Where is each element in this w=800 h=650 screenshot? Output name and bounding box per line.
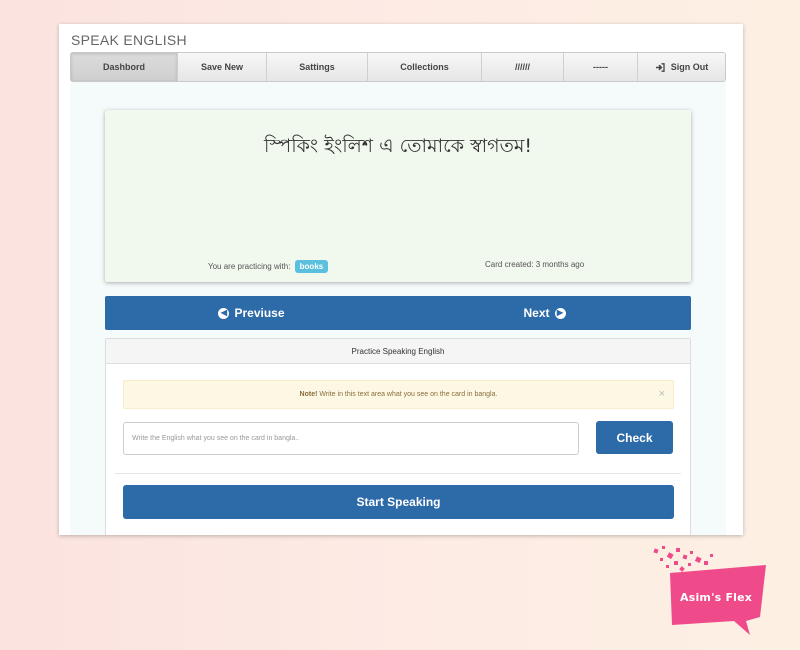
nav-settings[interactable]: Sattings	[267, 53, 368, 81]
nav-sign-out[interactable]: Sign Out	[638, 53, 725, 81]
answer-input[interactable]: Write the English what you see on the ca…	[123, 422, 579, 455]
practicing-label: You are practicing with:	[208, 262, 291, 271]
nav-save-new-label: Save New	[200, 62, 244, 72]
nav-item-dashes[interactable]: -----	[564, 53, 638, 81]
previous-button[interactable]: ◀ Previuse	[105, 296, 398, 330]
main-navbar: Dashbord Save New Sattings Collections /…	[70, 52, 726, 82]
card-created: Card created: 3 months ago	[485, 260, 585, 269]
nav-dashboard-label: Dashbord	[102, 62, 145, 72]
close-icon[interactable]: ×	[659, 381, 665, 408]
next-label: Next	[523, 306, 550, 320]
nav-dashboard[interactable]: Dashbord	[71, 53, 178, 81]
app-window: SPEAK ENGLISH Dashbord Save New Sattings…	[59, 24, 743, 535]
nav-save-new[interactable]: Save New	[178, 53, 267, 81]
card-pager: ◀ Previuse Next ▶	[105, 296, 691, 330]
alert-strong: Note!	[299, 391, 318, 398]
app-title: SPEAK ENGLISH	[71, 32, 187, 48]
brand-label: Asim's Flex	[680, 591, 753, 604]
collection-tag[interactable]: books	[294, 260, 329, 273]
main-content: স্পিকিং ইংলিশ এ তোমাকে স্বাগতম! You are …	[70, 82, 726, 535]
practice-panel: Practice Speaking English Note! Write in…	[105, 338, 691, 535]
nav-sign-out-label: Sign Out	[670, 62, 709, 72]
practicing-with: You are practicing with: books	[208, 260, 329, 273]
brand-logo: Asim's Flex	[650, 545, 770, 640]
arrow-circle-right-icon: ▶	[554, 307, 566, 319]
nav-collections[interactable]: Collections	[368, 53, 482, 81]
check-button[interactable]: Check	[596, 421, 673, 454]
nav-item-slashes-label: //////	[514, 62, 530, 72]
panel-heading: Practice Speaking English	[106, 339, 690, 364]
nav-item-dashes-label: -----	[593, 62, 608, 72]
nav-item-slashes[interactable]: //////	[482, 53, 564, 81]
arrow-circle-left-icon: ◀	[218, 307, 230, 319]
start-speaking-button[interactable]: Start Speaking	[123, 485, 674, 519]
flash-card: স্পিকিং ইংলিশ এ তোমাকে স্বাগতম! You are …	[105, 110, 691, 282]
nav-settings-label: Sattings	[299, 62, 335, 72]
alert-text: Write in this text area what you see on …	[317, 391, 498, 398]
nav-collections-label: Collections	[400, 62, 449, 72]
card-text: স্পিকিং ইংলিশ এ তোমাকে স্বাগতম!	[263, 135, 533, 157]
previous-label: Previuse	[234, 306, 285, 320]
next-button[interactable]: Next ▶	[398, 296, 691, 330]
note-alert: Note! Write in this text area what you s…	[123, 380, 674, 409]
divider	[115, 473, 681, 474]
sign-out-icon	[655, 62, 665, 72]
